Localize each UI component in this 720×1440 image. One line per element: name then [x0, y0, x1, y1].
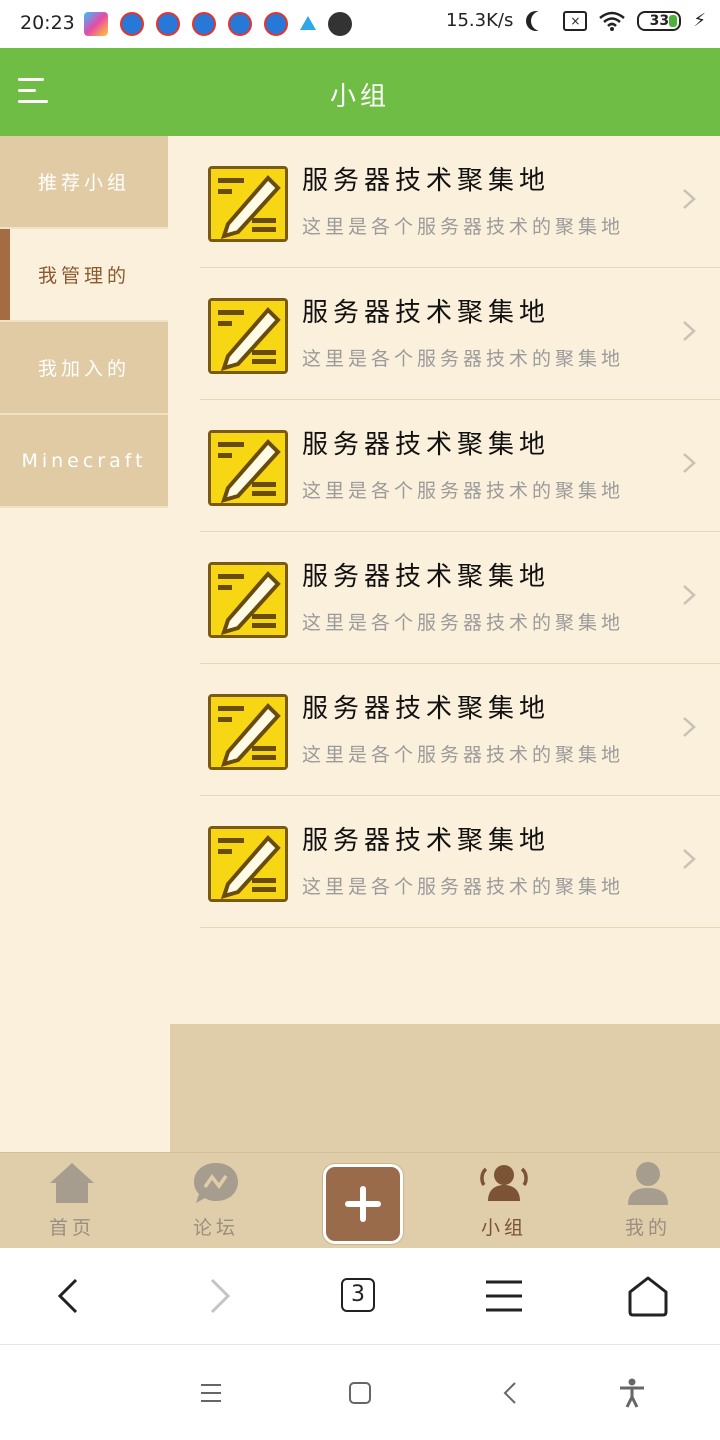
notepad-pencil-icon: [208, 430, 288, 506]
group-title: 服务器技术聚集地: [302, 694, 551, 724]
weibo-icon: [228, 12, 252, 36]
group-description: 这里是各个服务器技术的聚集地: [302, 348, 625, 370]
list-item[interactable]: 服务器技术聚集地 这里是各个服务器技术的聚集地: [200, 796, 720, 928]
weibo-icon: [156, 12, 180, 36]
sim-off-icon: ×: [563, 10, 588, 31]
group-description: 这里是各个服务器技术的聚集地: [302, 744, 625, 766]
wifi-icon: [599, 11, 626, 31]
group-title: 服务器技术聚集地: [302, 298, 551, 328]
accessibility-icon[interactable]: [618, 1378, 646, 1408]
app-triangle-icon: [300, 16, 316, 30]
list-item[interactable]: 服务器技术聚集地 这里是各个服务器技术的聚集地: [200, 268, 720, 400]
sidebar-item-joined[interactable]: 我加入的: [0, 322, 168, 415]
bottom-tab-bar: 首页 论坛 小组 我的: [0, 1152, 720, 1249]
charging-icon: ⚡: [693, 10, 706, 31]
weibo-icon: [120, 12, 144, 36]
browser-toolbar: 3: [0, 1248, 720, 1345]
sidebar-item-label: Minecraft: [21, 449, 147, 472]
chat-bubble-icon: [194, 1163, 238, 1203]
group-people-icon: [480, 1165, 528, 1201]
group-description: 这里是各个服务器技术的聚集地: [302, 876, 625, 898]
notepad-pencil-icon: [208, 298, 288, 374]
sidebar-item-minecraft[interactable]: Minecraft: [0, 415, 168, 508]
system-nav-bar: [0, 1345, 720, 1440]
weibo-icon: [192, 12, 216, 36]
system-back-icon[interactable]: [498, 1380, 524, 1406]
recent-apps-icon[interactable]: [198, 1380, 224, 1406]
battery-icon: 33: [637, 10, 682, 31]
footer-panel: [170, 1024, 720, 1152]
status-right: 15.3K/s × 33 ⚡: [446, 10, 706, 31]
group-title: 服务器技术聚集地: [302, 826, 551, 856]
list-item[interactable]: 服务器技术聚集地 这里是各个服务器技术的聚集地: [200, 532, 720, 664]
notification-icons: [84, 12, 352, 36]
status-bar: 20:23 15.3K/s × 33 ⚡: [0, 0, 720, 48]
list-item[interactable]: 服务器技术聚集地 这里是各个服务器技术的聚集地: [200, 400, 720, 532]
forward-arrow-icon[interactable]: [196, 1274, 240, 1318]
weibo-icon: [264, 12, 288, 36]
list-item[interactable]: 服务器技术聚集地 这里是各个服务器技术的聚集地: [200, 664, 720, 796]
user-icon: [628, 1162, 668, 1205]
sidebar-item-managed[interactable]: 我管理的: [0, 229, 168, 322]
chevron-right-icon: [683, 189, 696, 209]
chevron-right-icon: [683, 585, 696, 605]
sidebar-item-label: 推荐小组: [37, 172, 130, 194]
back-arrow-icon[interactable]: [48, 1274, 92, 1318]
tab-mine[interactable]: 我的: [598, 1161, 698, 1240]
group-title: 服务器技术聚集地: [302, 430, 551, 460]
battery-level: 33: [649, 12, 670, 29]
group-description: 这里是各个服务器技术的聚集地: [302, 480, 625, 502]
tab-label: 我的: [624, 1217, 671, 1239]
tab-label: 首页: [48, 1217, 95, 1239]
tab-label: 论坛: [192, 1217, 239, 1239]
status-time: 20:23: [20, 12, 75, 34]
sidebar-item-label: 我管理的: [37, 265, 130, 287]
tab-count-button[interactable]: 3: [341, 1278, 375, 1312]
notepad-pencil-icon: [208, 166, 288, 242]
tab-label: 小组: [480, 1217, 527, 1239]
tab-groups[interactable]: 小组: [454, 1161, 554, 1240]
group-title: 服务器技术聚集地: [302, 562, 551, 592]
tab-home[interactable]: 首页: [22, 1161, 122, 1240]
page-title: 小组: [329, 82, 390, 112]
notepad-pencil-icon: [208, 826, 288, 902]
group-title: 服务器技术聚集地: [302, 166, 551, 196]
sidebar-item-recommended[interactable]: 推荐小组: [0, 136, 168, 229]
system-home-icon[interactable]: [347, 1380, 373, 1406]
notepad-pencil-icon: [208, 562, 288, 638]
chevron-right-icon: [683, 321, 696, 341]
play-store-icon: [84, 12, 108, 36]
menu-lines-icon[interactable]: [482, 1274, 526, 1318]
chevron-right-icon: [683, 717, 696, 737]
list-item[interactable]: 服务器技术聚集地 这里是各个服务器技术的聚集地: [200, 136, 720, 268]
group-list: 服务器技术聚集地 这里是各个服务器技术的聚集地 服务器技术聚集地 这里是各个服务…: [200, 136, 720, 928]
do-not-disturb-icon: [531, 11, 551, 31]
browser-home-icon[interactable]: [626, 1274, 670, 1318]
group-description: 这里是各个服务器技术的聚集地: [302, 216, 625, 238]
add-post-button[interactable]: [323, 1164, 403, 1244]
group-description: 这里是各个服务器技术的聚集地: [302, 612, 625, 634]
net-speed: 15.3K/s: [446, 10, 514, 31]
notepad-pencil-icon: [208, 694, 288, 770]
chevron-right-icon: [683, 849, 696, 869]
chevron-right-icon: [683, 453, 696, 473]
vpn-icon: [328, 12, 352, 36]
home-icon: [50, 1163, 94, 1203]
app-header: 小组: [0, 48, 720, 136]
tab-forum[interactable]: 论坛: [166, 1161, 266, 1240]
sidebar-item-label: 我加入的: [37, 358, 130, 380]
group-category-sidebar: 推荐小组 我管理的 我加入的 Minecraft: [0, 136, 168, 508]
